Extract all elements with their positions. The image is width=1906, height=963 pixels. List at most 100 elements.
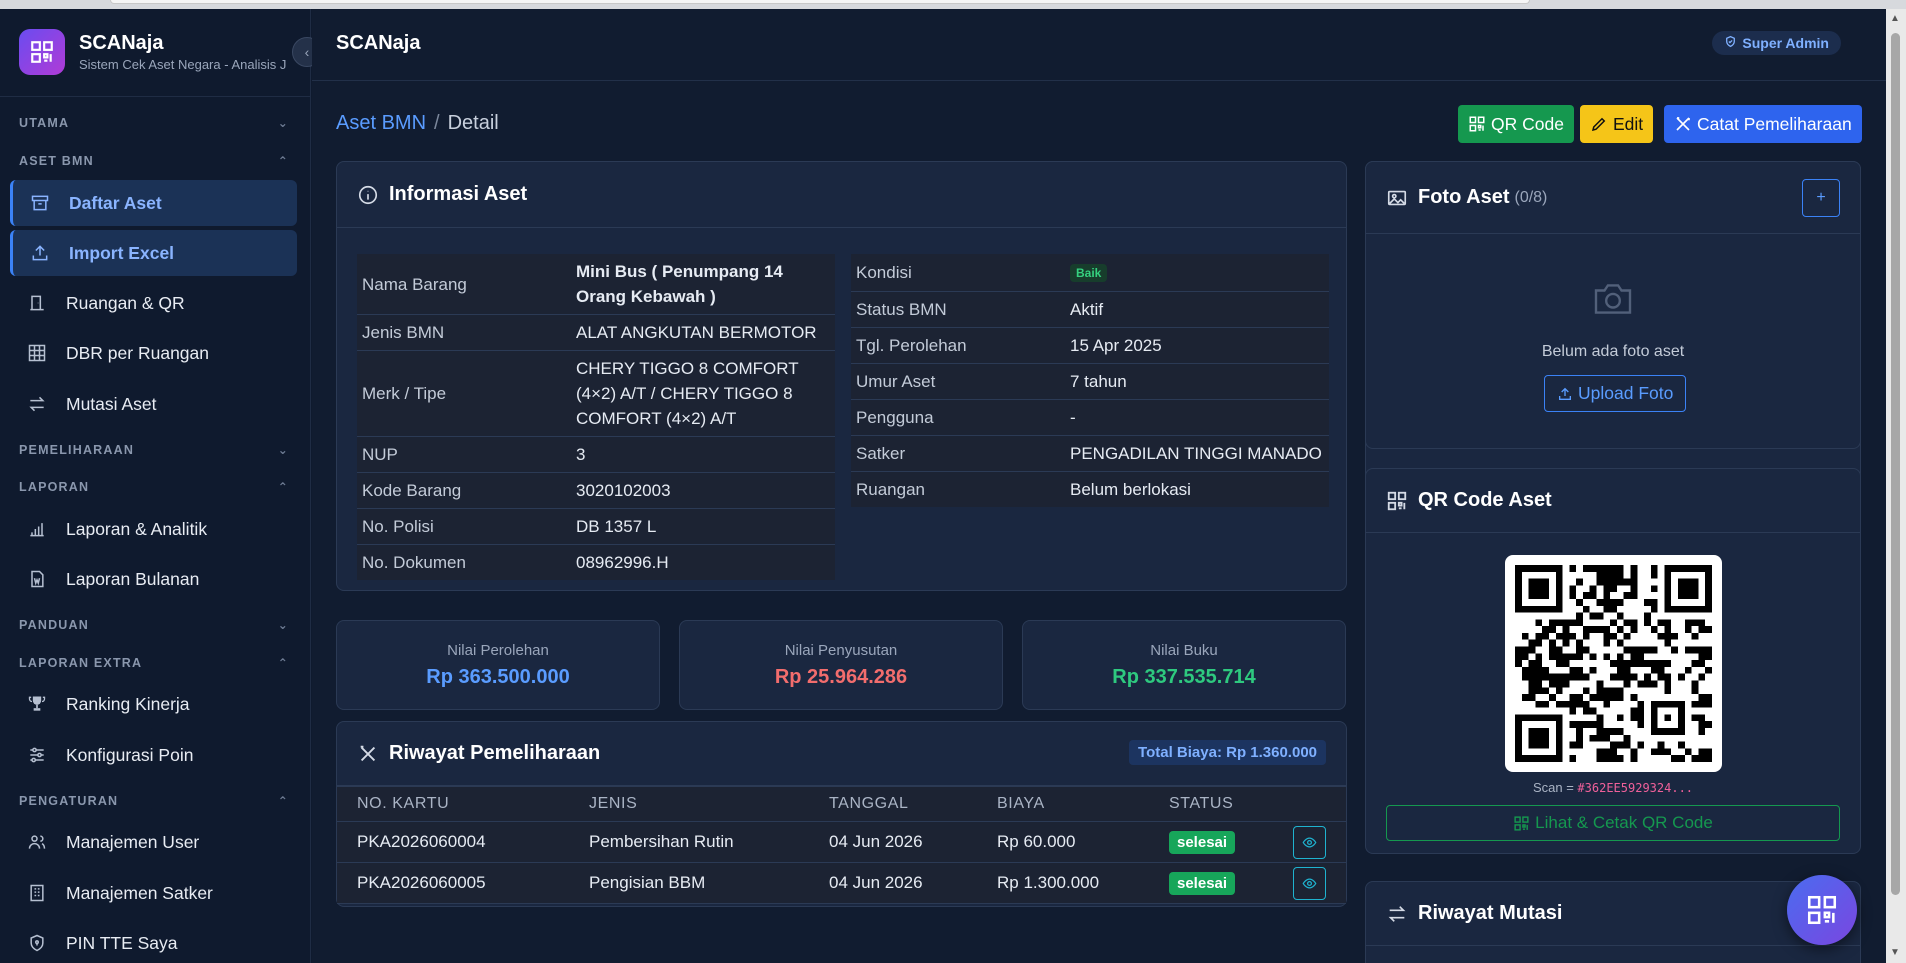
- info-row: Umur Aset 7 tahun: [851, 363, 1329, 400]
- card-header: Informasi Aset: [337, 162, 1346, 228]
- chevron-up-icon: ⌃: [277, 794, 289, 808]
- section-utama[interactable]: UTAMA ⌄: [19, 116, 289, 136]
- chevron-down-icon: ⌄: [277, 116, 289, 130]
- sidebar-item-label: DBR per Ruangan: [66, 342, 209, 363]
- sidebar-item-laporan-analitik[interactable]: Laporan & Analitik: [10, 506, 297, 552]
- sidebar-item-label: Konfigurasi Poin: [66, 744, 194, 765]
- info-value: 15 Apr 2025: [1065, 327, 1329, 364]
- sidebar-item-konfigurasi[interactable]: Konfigurasi Poin: [10, 732, 297, 778]
- info-key: Ruangan: [851, 471, 1065, 507]
- arrows-exchange-icon: [1388, 905, 1406, 922]
- mutasi-history-card: Riwayat Mutasi: [1365, 881, 1861, 963]
- info-key: Pengguna: [851, 399, 1065, 436]
- qr-scan-text: Scan = #362EE5929324...: [1366, 780, 1860, 795]
- breadcrumb-link-aset-bmn[interactable]: Aset BMN: [336, 112, 426, 134]
- scan-prefix: Scan =: [1532, 780, 1578, 795]
- info-row: No. Dokumen 08962996.H: [357, 544, 835, 580]
- brand-subtitle: Sistem Cek Aset Negara - Analisis J: [79, 57, 287, 72]
- cell-biaya: Rp 1.300.000: [977, 862, 1149, 904]
- section-laporan-extra[interactable]: LAPORAN EXTRA ⌃: [19, 656, 289, 676]
- info-row: Status BMN Aktif: [851, 291, 1329, 328]
- eye-icon: [1302, 877, 1317, 889]
- total-cost-badge: Total Biaya: Rp 1.360.000: [1129, 740, 1326, 765]
- section-panduan[interactable]: PANDUAN ⌄: [19, 618, 289, 638]
- qr-code-button[interactable]: QR Code: [1458, 105, 1574, 143]
- qr-code-image: [1505, 555, 1722, 772]
- sidebar-item-ranking[interactable]: Ranking Kinerja: [10, 681, 297, 727]
- stat-value: Rp 337.535.714: [1112, 666, 1256, 688]
- info-key: Nama Barang: [357, 254, 571, 315]
- view-print-qr-button[interactable]: Lihat & Cetak QR Code: [1386, 805, 1840, 841]
- page-scrollbar[interactable]: ▲ ▼: [1886, 9, 1906, 963]
- upload-photo-button[interactable]: Upload Foto: [1544, 375, 1687, 412]
- view-detail-button[interactable]: [1293, 825, 1326, 859]
- trophy-icon: [26, 693, 48, 715]
- tools-icon: [360, 745, 376, 761]
- breadcrumb-current: Detail: [447, 112, 499, 134]
- section-laporan[interactable]: LAPORAN ⌃: [19, 480, 289, 500]
- info-value: Mini Bus ( Penumpang 14 Orang Kebawah ): [571, 254, 835, 315]
- section-label: LAPORAN: [19, 480, 90, 494]
- section-label: UTAMA: [19, 116, 70, 130]
- section-pengaturan[interactable]: PENGATURAN ⌃: [19, 794, 289, 814]
- sidebar-item-laporan-bulanan[interactable]: Laporan Bulanan: [10, 556, 297, 602]
- info-card: Informasi Aset Nama Barang Mini Bus ( Pen…: [336, 161, 1347, 591]
- door-icon: [26, 292, 48, 314]
- sidebar-item-daftar-aset[interactable]: Daftar Aset: [10, 180, 297, 226]
- info-key: Kondisi: [851, 254, 1065, 292]
- sidebar-item-mutasi[interactable]: Mutasi Aset: [10, 381, 297, 427]
- empty-photo-text: Belum ada foto aset: [1541, 343, 1685, 360]
- brand[interactable]: SCANaja Sistem Cek Aset Negara - Analisi…: [19, 29, 299, 77]
- scan-qr-fab-button[interactable]: [1787, 875, 1857, 945]
- camera-icon: [1366, 282, 1860, 321]
- scroll-down-icon[interactable]: ▼: [1890, 947, 1900, 958]
- grid-icon: [26, 342, 48, 364]
- sidebar-item-dbr[interactable]: DBR per Ruangan: [10, 330, 297, 376]
- status-badge: selesai: [1169, 871, 1236, 895]
- column-header: BIAYA: [977, 786, 1149, 822]
- section-aset-bmn[interactable]: ASET BMN ⌃: [19, 154, 289, 174]
- card-header: QR Code Aset: [1366, 469, 1860, 533]
- sidebar-item-label: Manajemen User: [66, 831, 200, 852]
- info-row: Nama Barang Mini Bus ( Penumpang 14 Orang…: [357, 254, 835, 315]
- info-table-right: Kondisi Baik Status BMN Aktif Tgl. Perolehan…: [851, 254, 1329, 507]
- catat-pemeliharaan-button[interactable]: Catat Pemeliharaan: [1664, 105, 1862, 143]
- cell-status: selesai: [1149, 862, 1273, 904]
- info-key: Jenis BMN: [357, 314, 571, 351]
- sidebar-item-label: Manajemen Satker: [66, 882, 213, 903]
- scroll-up-icon[interactable]: ▲: [1890, 13, 1900, 24]
- info-row: Tgl. Perolehan 15 Apr 2025: [851, 327, 1329, 364]
- sidebar-item-manajemen-satker[interactable]: Manajemen Satker: [10, 870, 297, 916]
- eye-icon: [1302, 836, 1317, 848]
- cell-jenis: Pembersihan Rutin: [569, 821, 809, 863]
- sidebar-item-pin-tte[interactable]: PIN TTE Saya: [10, 920, 297, 963]
- sidebar-item-label: Laporan Bulanan: [66, 568, 200, 589]
- info-value: PENGADILAN TINGGI MANADO: [1065, 435, 1329, 472]
- info-value: 3020102003: [571, 472, 835, 509]
- column-header: NO. KARTU: [337, 786, 569, 822]
- column-header: TANGGAL: [809, 786, 977, 822]
- card-header: Foto Aset (0/8): [1366, 162, 1860, 234]
- page-title: SCANaja: [336, 32, 421, 54]
- table-row: PKA2026060005 Pengisian BBM 04 Jun 2026 Rp …: [337, 862, 1346, 904]
- sidebar-item-import-excel[interactable]: Import Excel: [10, 230, 297, 276]
- sidebar-item-manajemen-user[interactable]: Manajemen User: [10, 819, 297, 865]
- info-value: ALAT ANGKUTAN BERMOTOR: [571, 314, 835, 351]
- info-value: 7 tahun: [1065, 363, 1329, 400]
- upload-icon: [29, 242, 51, 264]
- stat-value: Rp 25.964.286: [774, 666, 908, 688]
- add-photo-button[interactable]: +: [1802, 179, 1840, 217]
- table-row: PKA2026060004 Pembersihan Rutin 04 Jun 202…: [337, 821, 1346, 863]
- scrollbar-thumb[interactable]: [1891, 33, 1900, 895]
- building-icon: [26, 882, 48, 904]
- section-pemeliharaan[interactable]: PEMELIHARAAN ⌄: [19, 443, 289, 463]
- sidebar-item-label: PIN TTE Saya: [66, 932, 178, 953]
- info-value: 3: [571, 436, 835, 473]
- section-label: LAPORAN EXTRA: [19, 656, 143, 670]
- sidebar-item-ruangan-qr[interactable]: Ruangan & QR: [10, 280, 297, 326]
- edit-button[interactable]: Edit: [1580, 105, 1654, 143]
- view-detail-button[interactable]: [1293, 866, 1326, 900]
- users-icon: [26, 831, 48, 853]
- status-badge: selesai: [1169, 830, 1236, 854]
- qr-icon: [1387, 491, 1407, 510]
